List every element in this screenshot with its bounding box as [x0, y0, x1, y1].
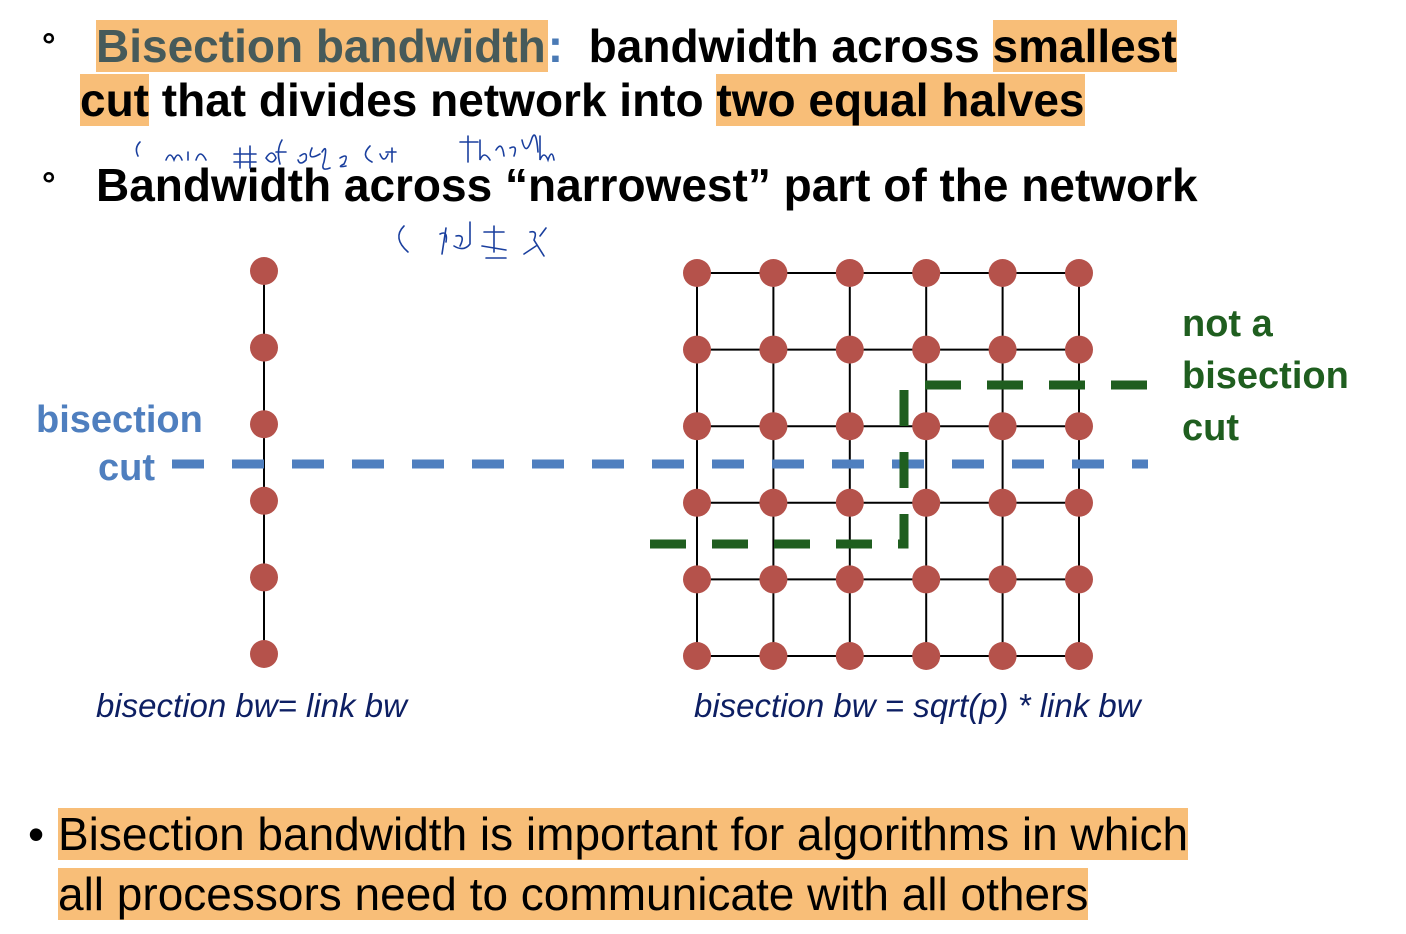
mesh-node [759, 412, 788, 441]
not-bisection-label-line1: not a [1182, 303, 1273, 345]
mesh-node [988, 259, 1017, 287]
mesh-node [1065, 259, 1093, 287]
mesh-node [988, 412, 1017, 441]
mesh-node [912, 642, 941, 670]
mesh-node [912, 565, 941, 594]
not-bisection-label-line2: bisection [1182, 355, 1349, 397]
mesh-node [1065, 488, 1093, 517]
bisection-cut-label-line2: cut [98, 447, 155, 489]
linear-node [250, 563, 278, 592]
importance-line1: Bisection bandwidth is important for alg… [58, 808, 1189, 860]
not-bisection-label-line3: cut [1182, 407, 1239, 449]
mesh-caption: bisection bw = sqrt(p) * link bw [694, 687, 1141, 724]
linear-node [250, 257, 278, 285]
mesh-node [835, 642, 864, 670]
mesh-node [683, 335, 711, 364]
mesh-node [912, 488, 941, 517]
mesh-node [835, 335, 864, 364]
mesh-node [683, 642, 711, 670]
mesh-node [1065, 335, 1093, 364]
linear-node [250, 333, 278, 362]
mesh-node [912, 335, 941, 364]
importance-line2: all processors need to communicate with … [58, 868, 1089, 920]
mesh-node [1065, 642, 1093, 670]
mesh-node [835, 565, 864, 594]
bullet-marker: • [28, 808, 45, 860]
mesh-node [912, 259, 941, 287]
mesh-node [683, 412, 711, 441]
mesh-node [988, 565, 1017, 594]
mesh-node [988, 642, 1017, 670]
mesh-node [835, 259, 864, 287]
bisection-cut-label-line1: bisection [36, 399, 203, 441]
mesh-node [1065, 565, 1093, 594]
linear-node [250, 410, 278, 439]
bullet-importance: • Bisection bandwidth is important for al… [28, 804, 1189, 924]
not-bisection-cut-label: not a bisection cut [1182, 298, 1349, 454]
bisection-cut-label: bisection cut [36, 396, 203, 492]
mesh-node [759, 565, 788, 594]
mesh-node [759, 642, 788, 670]
mesh-node [1065, 412, 1093, 441]
mesh-node [759, 488, 788, 517]
mesh-node [759, 259, 788, 287]
mesh-node [835, 412, 864, 441]
network-diagram [135, 134, 1172, 670]
mesh-node [912, 412, 941, 441]
mesh-node [988, 488, 1017, 517]
linear-node [250, 640, 278, 668]
mesh-node [988, 335, 1017, 364]
linear-caption: bisection bw= link bw [96, 687, 407, 724]
mesh-node [835, 488, 864, 517]
mesh-node [683, 565, 711, 594]
linear-node [250, 486, 278, 515]
handwritten-annotation [135, 134, 555, 259]
mesh-node [759, 335, 788, 364]
mesh-node [683, 259, 711, 287]
mesh-node [683, 488, 711, 517]
